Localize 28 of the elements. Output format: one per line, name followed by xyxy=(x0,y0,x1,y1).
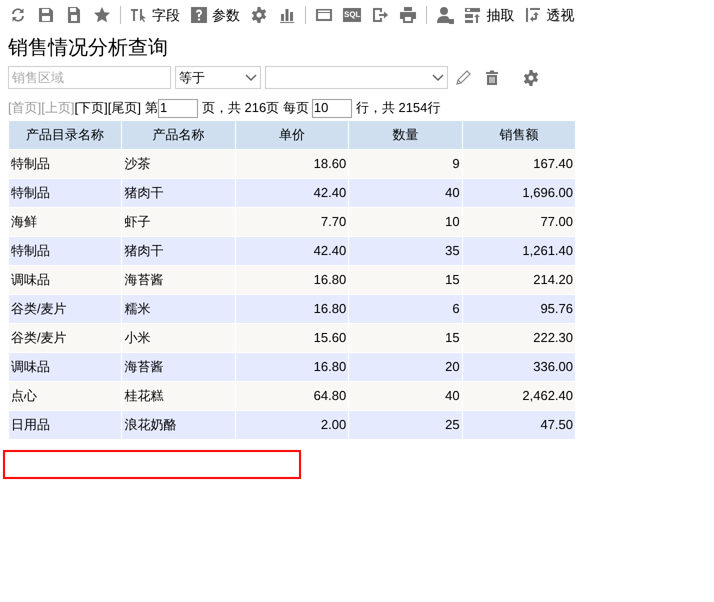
operator-dropdown[interactable]: 等于 xyxy=(175,66,261,89)
extract-icon xyxy=(464,6,482,24)
toolbar-button[interactable]: 字段 xyxy=(125,2,185,28)
pivot-icon xyxy=(524,6,542,24)
pencil-icon[interactable] xyxy=(454,68,472,86)
page-field[interactable]: 1 xyxy=(158,98,198,118)
filter-field[interactable]: 销售区域 xyxy=(8,66,171,89)
pager-text: 页，共 216页 每页 xyxy=(202,99,309,118)
rows-per-page-field[interactable]: 10 xyxy=(312,98,352,118)
pager-link[interactable]: [尾页] xyxy=(108,98,141,118)
toolbar-button[interactable]: 透视 xyxy=(519,2,580,28)
table-cell: 2.00 xyxy=(236,411,350,439)
chevron-icon xyxy=(432,74,444,82)
page-title: 销售情况分析查询 xyxy=(8,36,169,61)
trash-icon[interactable] xyxy=(484,70,500,86)
pager-text: 行，共 2154行 xyxy=(356,99,440,118)
table-cell: 浪花奶酪 xyxy=(122,411,236,439)
pager-text: 第 xyxy=(144,99,158,118)
table-cell: 25 xyxy=(349,411,463,439)
toolbar-button[interactable]: 参数 xyxy=(185,2,245,28)
table-cell: 日用品 xyxy=(9,411,122,439)
chevron-icon xyxy=(245,74,257,82)
table-cell: 47.50 xyxy=(462,411,576,439)
toolbar-button[interactable]: 抽取 xyxy=(459,2,520,28)
help-icon xyxy=(190,6,208,24)
gear-icon[interactable] xyxy=(522,68,540,86)
field-icon xyxy=(130,6,148,24)
pager-link[interactable]: [下页] xyxy=(74,98,108,118)
